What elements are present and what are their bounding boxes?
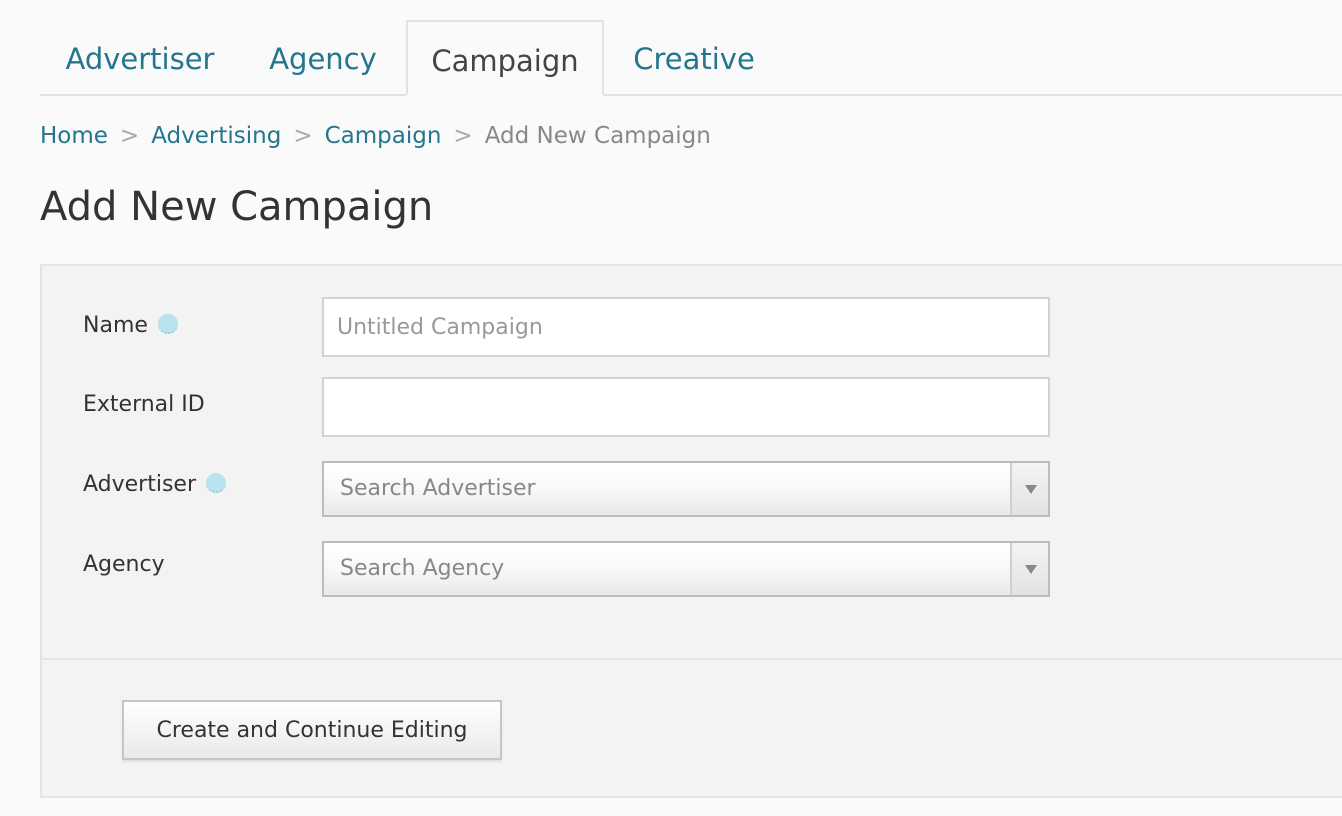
advertiser-select-placeholder: Search Advertiser xyxy=(340,476,536,501)
info-dot-icon[interactable] xyxy=(206,473,227,493)
page-title: Add New Campaign xyxy=(40,184,434,230)
advertiser-label-row: Advertiser xyxy=(83,470,227,500)
name-input[interactable] xyxy=(322,297,1050,357)
chevron-down-icon[interactable] xyxy=(1010,463,1048,515)
tab-bar: Advertiser Agency Campaign Creative xyxy=(40,20,1342,96)
breadcrumb-campaign-link[interactable]: Campaign xyxy=(325,123,442,149)
name-label: Name xyxy=(83,313,148,338)
breadcrumb-separator: > xyxy=(119,123,140,149)
agency-select[interactable]: Search Agency xyxy=(322,541,1050,597)
form-footer: Create and Continue Editing xyxy=(42,658,1342,798)
breadcrumb-home-link[interactable]: Home xyxy=(40,123,108,149)
breadcrumb: Home > Advertising > Campaign > Add New Campai… xyxy=(40,118,711,154)
breadcrumb-separator: > xyxy=(453,123,473,149)
campaign-form: Name External ID Advertiser Search Adver… xyxy=(40,264,1342,798)
advertiser-select[interactable]: Search Advertiser xyxy=(322,461,1050,517)
agency-select-placeholder: Search Agency xyxy=(340,556,505,581)
agency-label: Agency xyxy=(83,552,165,577)
tab-advertiser[interactable]: Advertiser xyxy=(40,20,240,96)
tab-agency[interactable]: Agency xyxy=(240,20,406,96)
external-id-label: External ID xyxy=(83,392,205,417)
breadcrumb-advertising-link[interactable]: Advertising xyxy=(151,123,281,149)
name-label-row: Name xyxy=(83,311,178,341)
chevron-down-icon[interactable] xyxy=(1010,543,1048,595)
advertiser-label: Advertiser xyxy=(83,472,197,497)
breadcrumb-separator: > xyxy=(293,123,313,149)
breadcrumb-current: Add New Campaign xyxy=(484,123,711,149)
create-and-continue-button[interactable]: Create and Continue Editing xyxy=(122,700,502,760)
info-dot-icon[interactable] xyxy=(157,314,178,334)
external-id-input[interactable] xyxy=(322,377,1050,437)
tab-creative[interactable]: Creative xyxy=(604,20,784,96)
tab-campaign[interactable]: Campaign xyxy=(406,20,604,96)
